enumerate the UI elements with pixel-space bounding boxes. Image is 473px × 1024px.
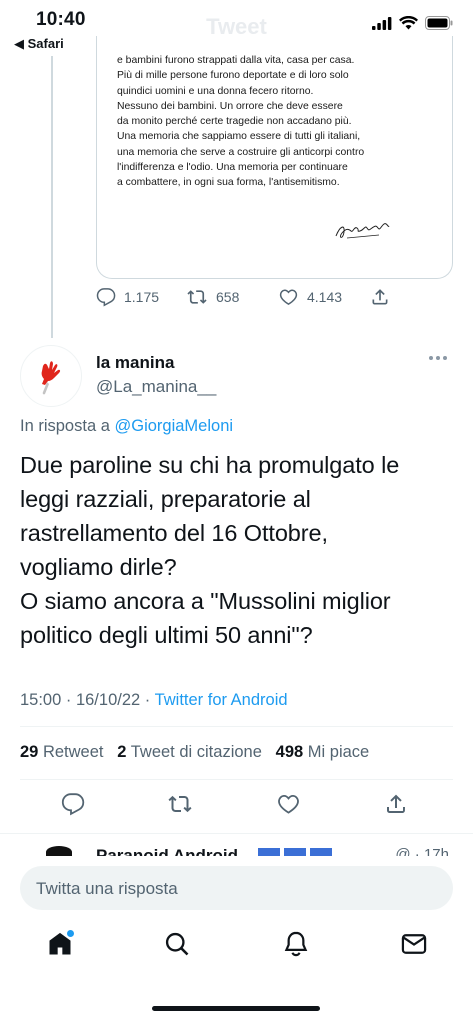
letter-line: quindici uomini e una donna fecero ritor… xyxy=(117,85,314,97)
tweet-body: Due paroline su chi ha promulgato le leg… xyxy=(20,448,460,652)
letter-line: da monito perché certe tragedie non acca… xyxy=(117,116,352,128)
wifi-icon xyxy=(399,16,418,30)
letter-line: a combattere, in ogni sua forma, l'antis… xyxy=(117,177,340,189)
retweet-icon[interactable] xyxy=(167,792,193,816)
home-indicator[interactable] xyxy=(152,1006,320,1011)
reply-target-link[interactable]: @GiorgiaMeloni xyxy=(114,417,233,435)
cellular-signal-icon xyxy=(372,16,392,30)
retweet-action[interactable]: 658 xyxy=(186,287,276,307)
battery-icon xyxy=(425,16,453,30)
reply-context: In risposta a @GiorgiaMeloni xyxy=(20,417,233,436)
user-handle[interactable]: @La_manina__ xyxy=(96,377,216,397)
next-reply-peek[interactable]: Paranoid Android @ · 17h xyxy=(0,833,473,857)
quote-stat[interactable]: 2 Tweet di citazione xyxy=(117,743,262,761)
like-stat[interactable]: 498 Mi piace xyxy=(276,743,370,761)
tweet-line: leggi razziali, preparatorie al xyxy=(20,486,311,512)
letter-text: e bambini furono strappati dalla vita, c… xyxy=(117,53,437,191)
reply-input[interactable]: Twitta una risposta xyxy=(20,866,453,910)
letter-line: una memoria che serve a costruire gli an… xyxy=(117,146,365,158)
tweet-line: O siamo ancora a "Mussolini miglior xyxy=(20,588,391,614)
share-icon[interactable] xyxy=(384,792,408,816)
system-indicators xyxy=(372,16,453,30)
timestamp[interactable]: 15:00 · 16/10/22 · xyxy=(20,691,150,709)
letter-line: Una memoria che sappiamo essere di tutti… xyxy=(117,131,361,143)
letter-line: Nessuno dei bambini. Un orrore che deve … xyxy=(117,100,343,112)
bottom-tab-bar xyxy=(0,920,473,986)
letter-line: l'indifferenza e l'odio. Una memoria per… xyxy=(117,162,348,174)
reply-count: 1.175 xyxy=(124,289,160,305)
handwritten-signature xyxy=(335,223,390,239)
thread-connector-line xyxy=(51,56,53,338)
retweet-stat[interactable]: 29 Retweet xyxy=(20,743,103,761)
tweet-action-bar xyxy=(0,780,473,830)
share-action[interactable] xyxy=(370,287,390,307)
reply-icon[interactable] xyxy=(61,792,85,816)
heart-icon xyxy=(279,289,298,306)
letter-line: Più di mille persone furono deportate e … xyxy=(117,70,349,82)
more-options-icon[interactable] xyxy=(429,356,451,360)
tweet-meta: 15:00 · 16/10/22 · Twitter for Android xyxy=(20,691,288,710)
back-to-safari-link[interactable]: ◀ Safari xyxy=(14,36,64,52)
retweet-icon xyxy=(187,290,207,304)
red-hand-avatar-icon xyxy=(41,361,61,395)
share-icon xyxy=(372,289,388,305)
home-notification-dot xyxy=(67,930,74,937)
display-name[interactable]: la manina xyxy=(96,353,174,373)
like-count: 4.143 xyxy=(307,289,343,305)
engagement-stats: 29 Retweet 2 Tweet di citazione 498 Mi p… xyxy=(20,743,369,762)
parent-media-card[interactable]: e bambini furono strappati dalla vita, c… xyxy=(96,36,453,279)
messages-envelope-icon[interactable] xyxy=(400,930,428,958)
divider xyxy=(20,726,453,727)
retweet-count: 658 xyxy=(216,289,240,305)
tweet-line: politico degli ultimi 50 anni"? xyxy=(20,622,313,648)
like-action[interactable]: 4.143 xyxy=(278,287,368,307)
tweet-line: rastrellamento del 16 Ottobre, xyxy=(20,520,328,546)
reply-prefix: In risposta a xyxy=(20,417,110,435)
source-link[interactable]: Twitter for Android xyxy=(155,691,288,709)
reply-icon xyxy=(96,288,116,307)
notifications-bell-icon[interactable] xyxy=(282,930,310,958)
reply-composer: Twitta una risposta xyxy=(0,856,473,920)
tweet-line: Due paroline su chi ha promulgato le xyxy=(20,452,400,478)
heart-icon[interactable] xyxy=(276,792,301,816)
tweet-line: vogliamo dirle? xyxy=(20,554,177,580)
search-icon[interactable] xyxy=(163,930,191,958)
clock: 10:40 xyxy=(36,9,86,30)
letter-line: e bambini furono strappati dalla vita, c… xyxy=(117,55,355,66)
avatar[interactable] xyxy=(20,345,82,407)
reply-action[interactable]: 1.175 xyxy=(96,287,186,307)
